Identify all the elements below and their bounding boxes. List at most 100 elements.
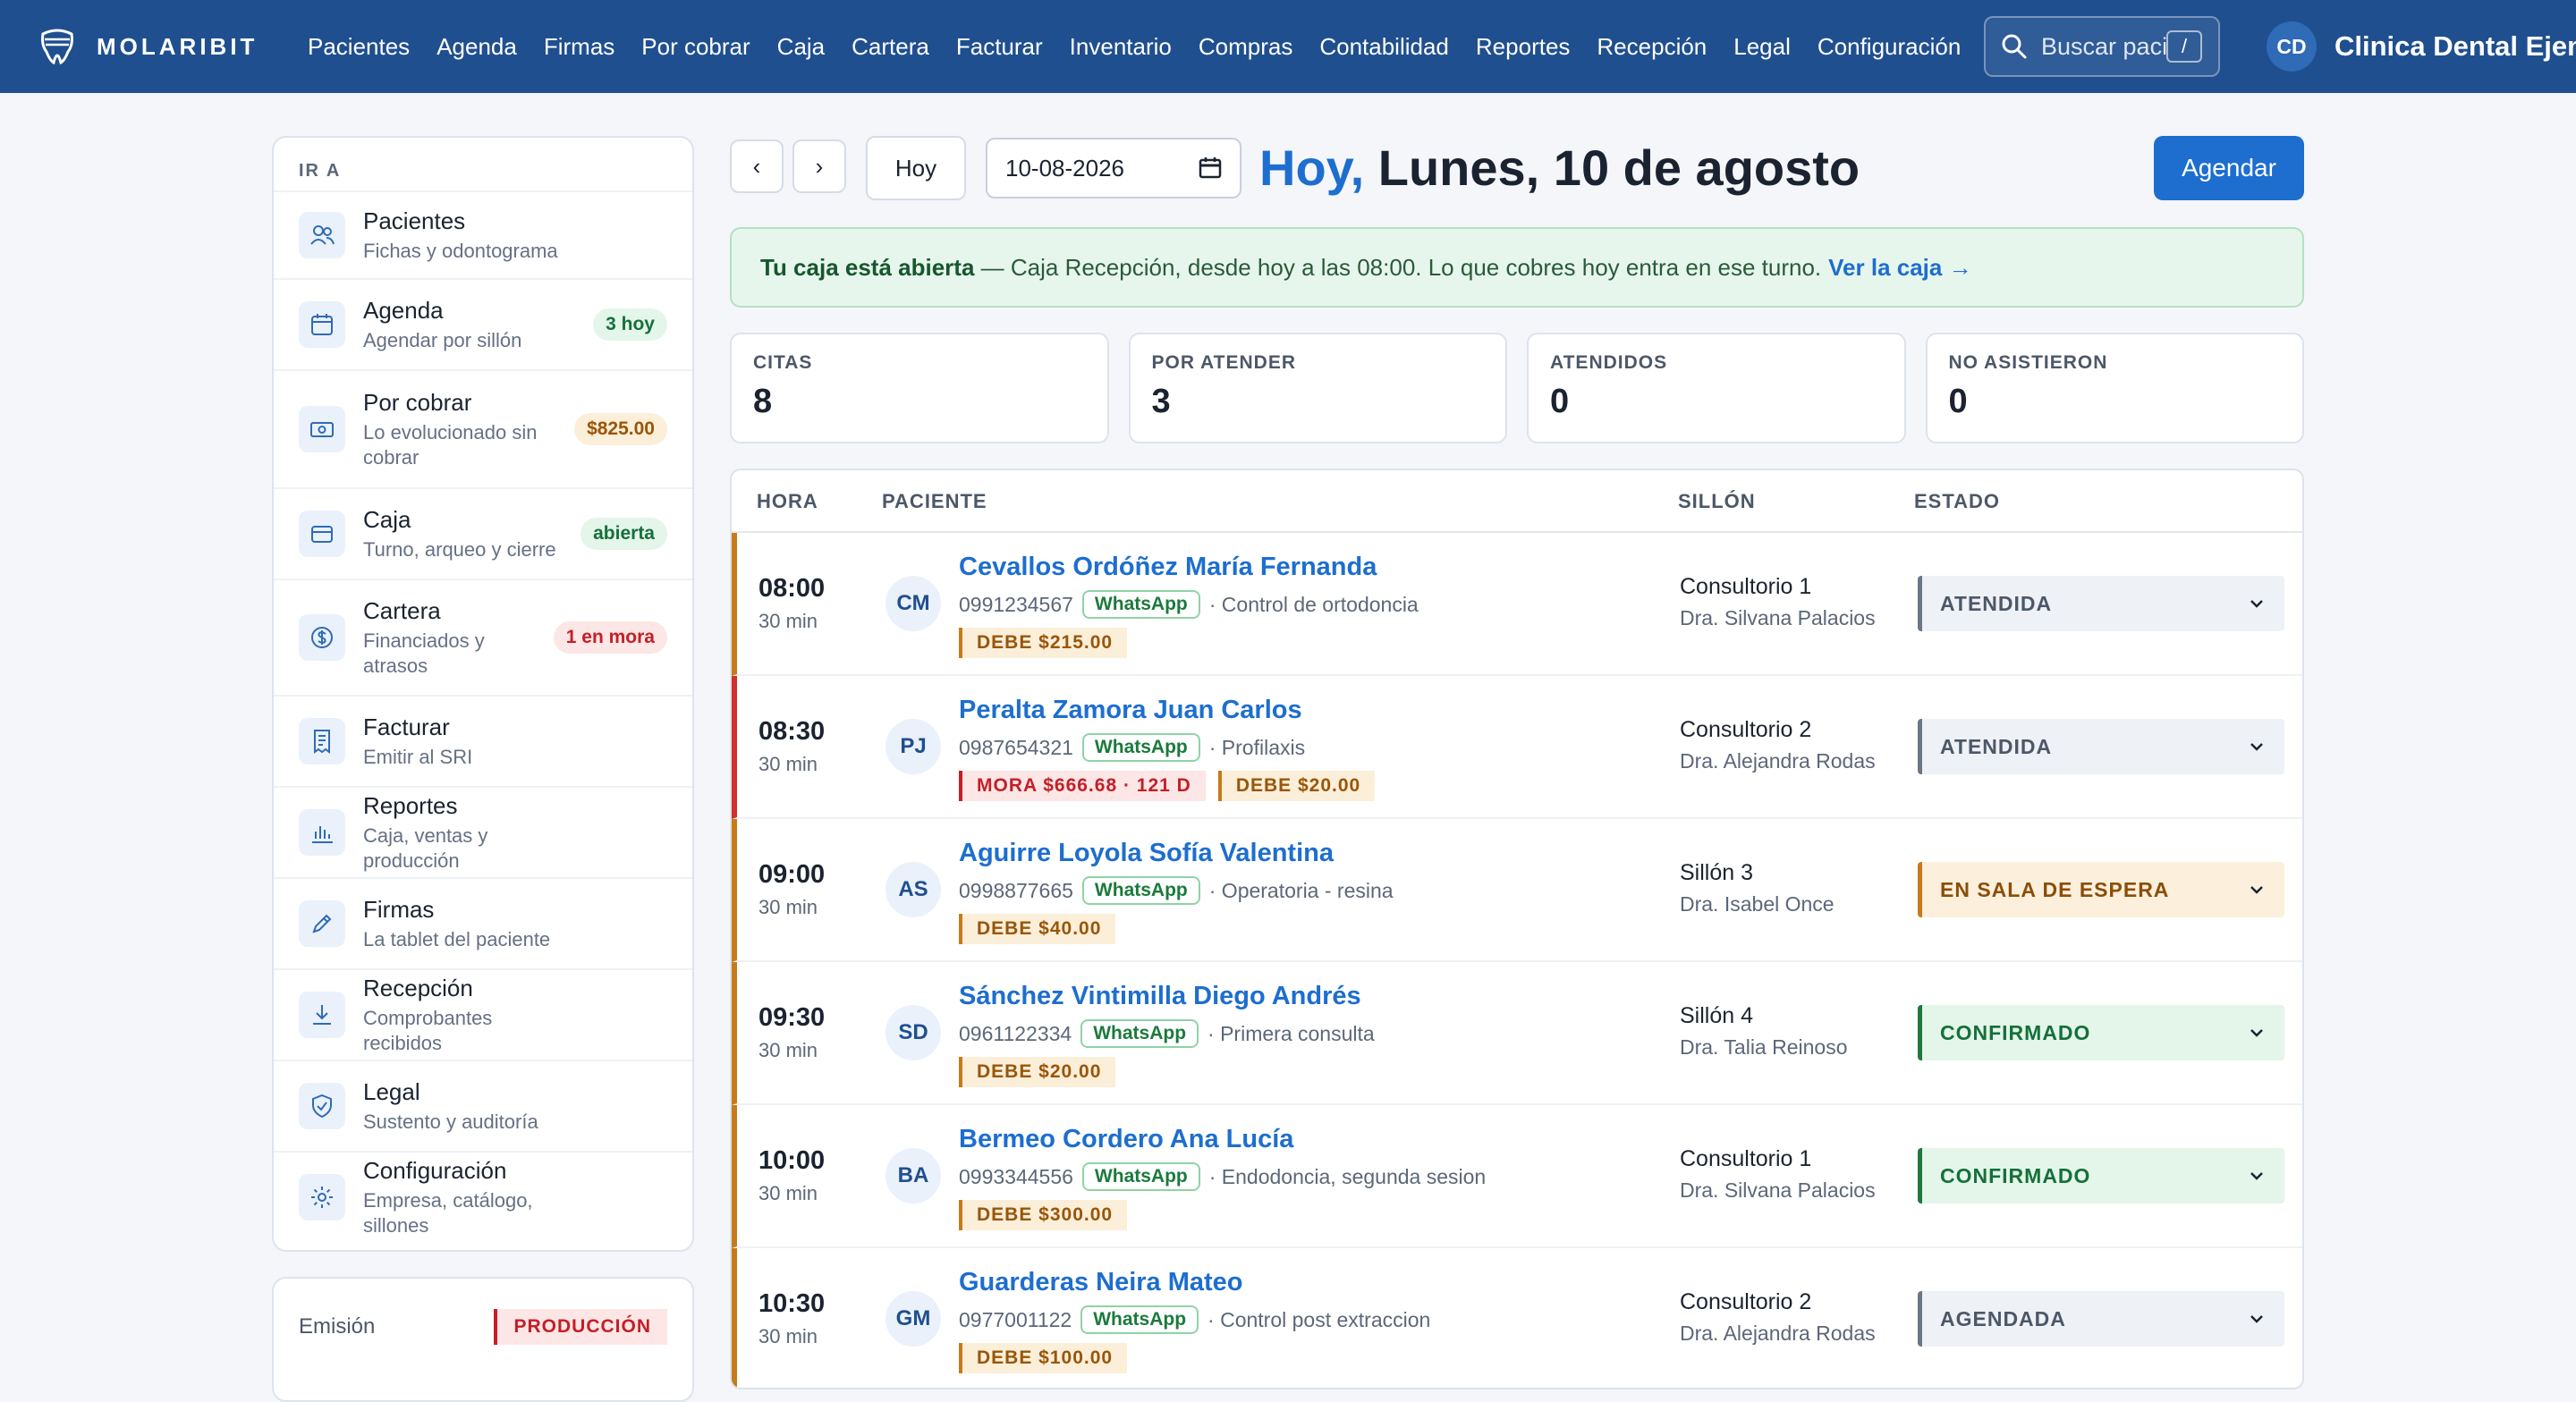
nav-facturar[interactable]: Facturar bbox=[956, 33, 1043, 61]
sidebar-item-pacientes[interactable]: Pacientes Fichas y odontograma bbox=[274, 190, 692, 278]
stat-label: CITAS bbox=[753, 352, 813, 373]
user-menu[interactable]: CD Clinica Dental Ejemp bbox=[2267, 21, 2576, 72]
calendar-icon[interactable] bbox=[1199, 156, 1222, 180]
patient-name-link[interactable]: Aguirre Loyola Sofía Valentina bbox=[959, 839, 1334, 868]
chair-name: Sillón 4 bbox=[1680, 1003, 1753, 1028]
whatsapp-button[interactable]: WhatsApp bbox=[1080, 1305, 1199, 1334]
appointment-time: 08:00 bbox=[758, 574, 826, 603]
search-input[interactable] bbox=[2041, 32, 2166, 61]
whatsapp-button[interactable]: WhatsApp bbox=[1081, 876, 1200, 905]
next-day-button[interactable]: › bbox=[792, 139, 846, 193]
sidebar-item-firmas[interactable]: Firmas La tablet del paciente bbox=[274, 877, 692, 968]
sidebar-item-por-cobrar[interactable]: Por cobrar Lo evolucionado sin cobrar $82… bbox=[274, 369, 692, 487]
nav-pacientes[interactable]: Pacientes bbox=[308, 33, 410, 61]
table-row[interactable]: 09:00 30 min AS Aguirre Loyola Sofía Val… bbox=[732, 819, 2302, 962]
patient-name-link[interactable]: Cevallos Ordóñez María Fernanda bbox=[959, 553, 1377, 582]
sidebar-item-facturar[interactable]: Facturar Emitir al SRI bbox=[274, 695, 692, 786]
status-select[interactable]: ATENDIDA bbox=[1918, 719, 2284, 774]
status-select[interactable]: AGENDADA bbox=[1918, 1291, 2284, 1347]
table-row[interactable]: 09:30 30 min SD Sánchez Vintimilla Diego… bbox=[732, 962, 2302, 1105]
brand[interactable]: MOLARIBIT bbox=[36, 25, 277, 68]
nav-cartera[interactable]: Cartera bbox=[852, 33, 929, 61]
sidebar-item-title: Pacientes bbox=[363, 207, 466, 234]
emision-status-badge: PRODUCCIÓN bbox=[494, 1309, 667, 1345]
patient-info: 0993344556 WhatsApp · Endodoncia, segund… bbox=[959, 1162, 1486, 1191]
page-title-today: Hoy, bbox=[1259, 139, 1365, 196]
doctor-name: Dra. Alejandra Rodas bbox=[1680, 1322, 1876, 1345]
status-select[interactable]: EN SALA DE ESPERA bbox=[1918, 862, 2284, 917]
debt-badge: DEBE $300.00 bbox=[959, 1200, 1128, 1230]
sidebar-item-subtitle: Fichas y odontograma bbox=[363, 239, 558, 262]
sidebar-item-agenda[interactable]: Agenda Agendar por sillón 3 hoy bbox=[274, 278, 692, 369]
nav-compras[interactable]: Compras bbox=[1199, 33, 1292, 61]
nav-legal[interactable]: Legal bbox=[1733, 33, 1791, 61]
table-row[interactable]: 10:30 30 min GM Guarderas Neira Mateo 09… bbox=[732, 1248, 2302, 1388]
clinic-name[interactable]: Clinica Dental Ejemp bbox=[2334, 30, 2576, 63]
nav-configuracion[interactable]: Configuración bbox=[1818, 33, 1961, 61]
appointment-duration: 30 min bbox=[758, 1039, 818, 1061]
sidebar-item-title: Recepción bbox=[363, 974, 473, 1001]
whatsapp-button[interactable]: WhatsApp bbox=[1081, 1162, 1200, 1191]
balance-tags: DEBE $300.00 bbox=[959, 1200, 1128, 1230]
whatsapp-button[interactable]: WhatsApp bbox=[1081, 590, 1200, 619]
stat-value: 3 bbox=[1151, 383, 1171, 420]
appointment-reason: · Control de ortodoncia bbox=[1208, 592, 1419, 616]
sidebar-item-legal[interactable]: Legal Sustento y auditoría bbox=[274, 1060, 692, 1151]
appointment-reason: · Operatoria - resina bbox=[1208, 878, 1394, 902]
bar-chart-icon bbox=[299, 809, 345, 856]
nav-recepcion[interactable]: Recepción bbox=[1597, 33, 1707, 61]
download-icon bbox=[299, 992, 345, 1038]
table-row[interactable]: 10:00 30 min BA Bermeo Cordero Ana Lucía… bbox=[732, 1105, 2302, 1248]
avatar[interactable]: CD bbox=[2267, 21, 2317, 72]
cash-open-banner: Tu caja está abierta — Caja Recepción, d… bbox=[730, 227, 2304, 308]
sidebar-item-caja[interactable]: Caja Turno, arqueo y cierre abierta bbox=[274, 487, 692, 579]
sidebar-item-recepcion[interactable]: Recepción Comprobantes recibidos bbox=[274, 968, 692, 1060]
date-picker[interactable]: 10-08-2026 bbox=[986, 138, 1241, 198]
search-box[interactable]: / bbox=[1984, 16, 2220, 77]
doctor-name: Dra. Talia Reinoso bbox=[1680, 1035, 1848, 1059]
chair-name: Sillón 3 bbox=[1680, 860, 1753, 885]
gear-icon bbox=[299, 1174, 345, 1220]
nav-contabilidad[interactable]: Contabilidad bbox=[1319, 33, 1449, 61]
status-select[interactable]: CONFIRMADO bbox=[1918, 1005, 2284, 1060]
appointment-time: 10:00 bbox=[758, 1146, 826, 1175]
appointment-time: 09:30 bbox=[758, 1003, 826, 1032]
schedule-button[interactable]: Agendar bbox=[2154, 136, 2304, 200]
sidebar-item-cartera[interactable]: Cartera Financiados y atrasos 1 en mora bbox=[274, 579, 692, 695]
sidebar-item-subtitle: Empresa, catálogo, sillones bbox=[363, 1188, 533, 1237]
nav-agenda[interactable]: Agenda bbox=[436, 33, 517, 61]
chair-name: Consultorio 2 bbox=[1680, 717, 1812, 742]
tooth-logo-icon bbox=[41, 29, 73, 65]
patient-name-link[interactable]: Bermeo Cordero Ana Lucía bbox=[959, 1125, 1293, 1154]
sidebar-item-reportes[interactable]: Reportes Caja, ventas y producción bbox=[274, 786, 692, 877]
status-select[interactable]: ATENDIDA bbox=[1918, 576, 2284, 631]
patient-info: 0998877665 WhatsApp · Operatoria - resin… bbox=[959, 876, 1394, 905]
column-hora: HORA bbox=[757, 490, 818, 512]
view-cash-link[interactable]: Ver la caja → bbox=[1828, 254, 1971, 282]
nav-inventario[interactable]: Inventario bbox=[1070, 33, 1172, 61]
patient-name-link[interactable]: Peralta Zamora Juan Carlos bbox=[959, 696, 1302, 725]
brand-name: MOLARIBIT bbox=[97, 32, 258, 60]
table-row[interactable]: 08:00 30 min CM Cevallos Ordóñez María F… bbox=[732, 533, 2302, 676]
patient-avatar: AS bbox=[886, 862, 941, 917]
status-select[interactable]: CONFIRMADO bbox=[1918, 1148, 2284, 1204]
today-button[interactable]: Hoy bbox=[866, 136, 966, 200]
patient-name-link[interactable]: Guarderas Neira Mateo bbox=[959, 1268, 1243, 1297]
sidebar-item-configuracion[interactable]: Configuración Empresa, catálogo, sillones bbox=[274, 1151, 692, 1242]
whatsapp-button[interactable]: WhatsApp bbox=[1081, 733, 1200, 762]
sidebar-item-title: Facturar bbox=[363, 713, 450, 740]
whatsapp-button[interactable]: WhatsApp bbox=[1080, 1019, 1199, 1048]
stat-card-por-atender: POR ATENDER 3 bbox=[1128, 333, 1507, 443]
calendar-icon bbox=[299, 301, 345, 348]
nav-por-cobrar[interactable]: Por cobrar bbox=[641, 33, 750, 61]
nav-firmas[interactable]: Firmas bbox=[544, 33, 614, 61]
patient-info: 0991234567 WhatsApp · Control de ortodon… bbox=[959, 590, 1419, 619]
table-row[interactable]: 08:30 30 min PJ Peralta Zamora Juan Carl… bbox=[732, 676, 2302, 819]
appointment-duration: 30 min bbox=[758, 896, 818, 918]
prev-day-button[interactable]: ‹ bbox=[730, 139, 784, 193]
patient-name-link[interactable]: Sánchez Vintimilla Diego Andrés bbox=[959, 982, 1361, 1011]
sidebar-item-title: Legal bbox=[363, 1077, 420, 1105]
stat-label: ATENDIDOS bbox=[1550, 352, 1668, 373]
nav-reportes[interactable]: Reportes bbox=[1476, 33, 1571, 61]
nav-caja[interactable]: Caja bbox=[777, 33, 825, 61]
